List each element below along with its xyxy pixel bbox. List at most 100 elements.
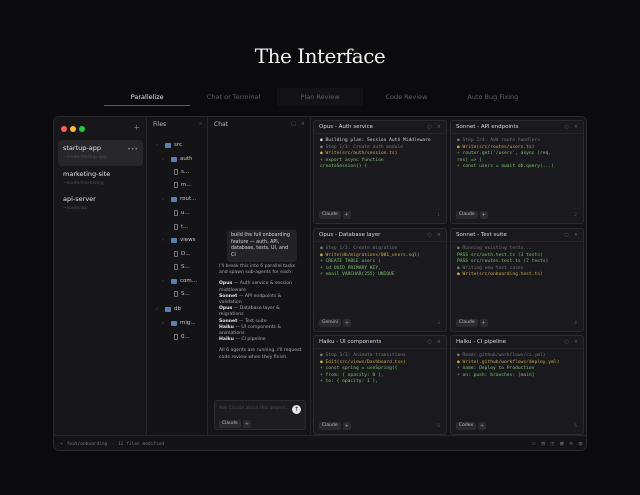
page-title: The Interface [254, 44, 386, 68]
attach-icon[interactable]: + [479, 211, 488, 219]
collapse-icon[interactable]: « [199, 121, 202, 127]
tab-plan-review[interactable]: Plan Review [276, 88, 364, 106]
close-icon[interactable]: × [437, 232, 441, 238]
tab-code-review[interactable]: Code Review [363, 88, 449, 106]
attach-icon[interactable]: + [478, 422, 487, 430]
tree-folder[interactable]: › views [162, 234, 196, 246]
project-item[interactable]: api-server ~/code/api [58, 191, 143, 217]
chevron-right-icon[interactable]: › [162, 321, 168, 326]
changes-count: 12 files modified [118, 441, 165, 447]
attach-icon[interactable]: + [342, 422, 351, 430]
agent-pane[interactable]: Sonnet - Test suite ○ × ● Running existing … [450, 228, 584, 332]
tree-label: m... [181, 182, 192, 188]
tree-file[interactable]: S... [174, 261, 190, 273]
assignment-task: — Test suite [238, 318, 267, 324]
tree-file[interactable]: S... [174, 288, 190, 300]
agent-footer: Gemini + [319, 319, 351, 327]
project-item[interactable]: marketing-site ~/code/marketing [58, 166, 143, 192]
tree-folder[interactable]: › com... [162, 275, 197, 287]
agent-footer: Codex + [456, 422, 487, 430]
grid-icon[interactable]: ▦ [560, 441, 563, 447]
expand-icon[interactable]: ○ [427, 232, 431, 238]
agent-index: 6 [574, 424, 577, 429]
folder-icon [171, 320, 177, 326]
agent-title: Opus - Auth service [319, 124, 373, 130]
tree-folder[interactable]: › rout... [162, 193, 196, 205]
expand-icon[interactable]: ○ [427, 124, 431, 130]
assignment-item: Sonnet — API endpoints & validation [219, 294, 305, 306]
model-selector[interactable]: Claude [319, 422, 341, 430]
close-icon[interactable]: × [574, 232, 578, 238]
expand-icon[interactable]: □ [291, 121, 296, 127]
projects-sidebar: + startup-app ~/code/startup-app ••• mar… [54, 117, 147, 435]
tree-label: auth [180, 156, 193, 162]
agent-pane[interactable]: Opus - Database layer ○ × ● Step 1/2: Creat… [313, 228, 447, 332]
tree-folder[interactable]: › auth [162, 153, 193, 165]
more-icon[interactable]: ••• [127, 146, 138, 153]
close-window-button[interactable] [61, 126, 67, 132]
project-item[interactable]: startup-app ~/code/startup-app ••• [58, 140, 143, 166]
model-selector[interactable]: Claude [219, 420, 241, 428]
tree-file[interactable]: m... [174, 179, 192, 191]
close-icon[interactable]: × [301, 121, 305, 127]
tab-chat-or-terminal[interactable]: Chat or Terminal [190, 88, 276, 106]
tree-file[interactable]: s... [174, 166, 189, 178]
settings-icon[interactable]: ⚙ [569, 441, 572, 447]
chevron-right-icon[interactable]: › [162, 197, 168, 202]
attach-icon[interactable]: + [343, 319, 351, 327]
tree-file[interactable]: t... [174, 221, 188, 233]
model-selector[interactable]: Claude [319, 211, 341, 219]
folder-icon [171, 196, 177, 202]
output-line: + const users = await db.query(...) [457, 164, 554, 170]
chevron-right-icon[interactable]: › [156, 143, 162, 148]
close-icon[interactable]: × [574, 124, 578, 130]
output-line: ● Write(src/onboarding.test.ts) [457, 272, 543, 278]
tree-file[interactable]: D... [174, 248, 190, 260]
files-pane: Files « › src › auth s... m... › rout... u... t..… [148, 117, 208, 435]
model-selector[interactable]: Gemini [319, 319, 341, 327]
expand-icon[interactable]: ○ [564, 339, 568, 345]
add-project-icon[interactable]: + [133, 123, 140, 132]
attach-icon[interactable]: + [342, 211, 351, 219]
tree-folder[interactable]: › src [156, 139, 182, 151]
expand-icon[interactable]: ○ [564, 124, 568, 130]
model-selector[interactable]: Codex [456, 422, 477, 430]
agent-pane[interactable]: Sonnet - API endpoints ○ × ● Step 2/4: Add … [450, 120, 584, 224]
tab-parallelize[interactable]: Parallelize [104, 88, 191, 106]
expand-icon[interactable]: ○ [564, 232, 568, 238]
output-line: ● Read(.github/workflows/ci.yml) [457, 353, 546, 358]
layout-icon[interactable]: ▤ [541, 441, 544, 447]
tree-file[interactable]: 0... [174, 331, 190, 343]
agent-pane[interactable]: Haiku - UI components ○ × ● Step 3/3: Anima… [313, 335, 447, 435]
agent-pane[interactable]: Opus - Auth service ○ × ● Building plan: Se… [313, 120, 447, 224]
close-icon[interactable]: × [437, 124, 441, 130]
expand-icon[interactable]: ○ [427, 339, 431, 345]
attach-icon[interactable]: + [479, 319, 488, 327]
chevron-right-icon[interactable]: › [156, 307, 162, 312]
agent-output: ● Read(.github/workflows/ci.yml) ● Write(… [457, 353, 579, 379]
chevron-right-icon[interactable]: › [162, 279, 168, 284]
close-icon[interactable]: × [437, 339, 441, 345]
tab-auto-bug-fixing[interactable]: Auto Bug Fixing [450, 88, 536, 106]
file-icon [174, 264, 178, 270]
terminal-icon[interactable]: ▭ [532, 441, 535, 447]
tree-file[interactable]: u... [174, 207, 190, 219]
minimize-window-button[interactable] [70, 126, 76, 132]
tree-label: u... [181, 210, 190, 216]
tree-folder[interactable]: › mig... [162, 317, 196, 329]
model-selector[interactable]: Claude [456, 319, 478, 327]
chat-input[interactable]: Ask Claude about this project... ↑ Claud… [214, 400, 306, 430]
maximize-window-button[interactable] [79, 126, 85, 132]
agent-pane[interactable]: Haiku - CI pipeline ○ × ● Read(.github/work… [450, 335, 584, 435]
close-icon[interactable]: × [574, 339, 578, 345]
chevron-right-icon[interactable]: › [162, 238, 168, 243]
chevron-right-icon[interactable]: › [162, 157, 168, 162]
attach-icon[interactable]: + [243, 420, 251, 428]
agent-title: Sonnet - API endpoints [456, 124, 519, 130]
tree-folder[interactable]: › db [156, 303, 181, 315]
model-selector[interactable]: Claude [456, 211, 478, 219]
panel-icon[interactable]: ▥ [579, 441, 582, 447]
send-button[interactable]: ↑ [292, 405, 301, 414]
split-icon[interactable]: ◫ [551, 441, 554, 447]
branch-name[interactable]: feat/onboarding [67, 442, 108, 447]
